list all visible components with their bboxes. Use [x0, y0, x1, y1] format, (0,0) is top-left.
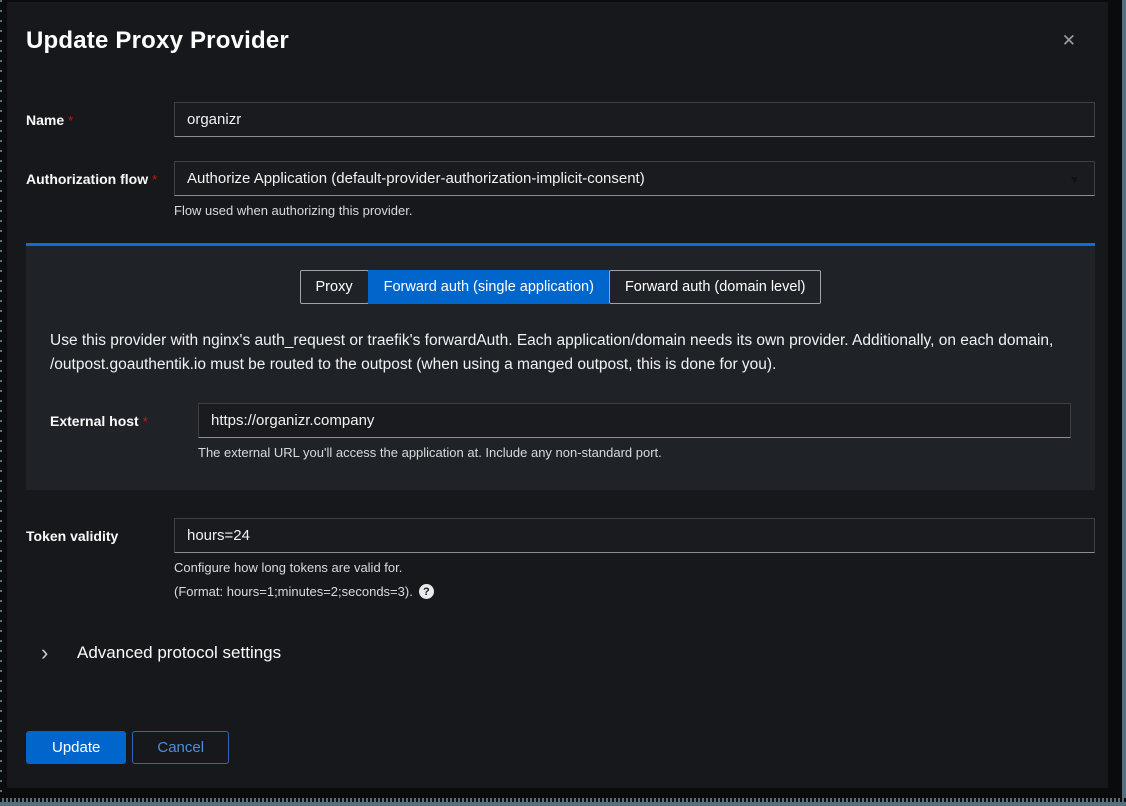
proxy-mode-card: Proxy Forward auth (single application) …: [26, 243, 1095, 490]
name-row: Name*: [26, 102, 1095, 137]
required-marker: *: [152, 172, 157, 187]
tab-proxy[interactable]: Proxy: [300, 270, 369, 304]
authorization-flow-help: Flow used when authorizing this provider…: [174, 203, 1095, 218]
token-validity-label: Token validity: [26, 518, 174, 599]
update-proxy-provider-modal: Update Proxy Provider ✕ Name* Authorizat…: [7, 2, 1108, 788]
tab-forward-auth-single-application[interactable]: Forward auth (single application): [368, 270, 610, 304]
token-validity-input[interactable]: [174, 518, 1095, 553]
authorization-flow-value: Authorize Application (default-provider-…: [187, 170, 645, 187]
tab-forward-auth-domain-level[interactable]: Forward auth (domain level): [609, 270, 822, 304]
modal-actions: Update Cancel: [26, 731, 1095, 764]
proxy-mode-toggle-group: Proxy Forward auth (single application) …: [50, 270, 1071, 304]
frame-right-border: [1122, 0, 1126, 806]
page-title: Update Proxy Provider: [26, 26, 1095, 56]
authorization-flow-row: Authorization flow* Authorize Applicatio…: [26, 161, 1095, 218]
cancel-button[interactable]: Cancel: [132, 731, 229, 764]
token-validity-format-help: (Format: hours=1;minutes=2;seconds=3). ?: [174, 584, 1095, 599]
update-button[interactable]: Update: [26, 731, 126, 764]
mode-description: Use this provider with nginx's auth_requ…: [50, 329, 1071, 377]
screenshot-frame: Update Proxy Provider ✕ Name* Authorizat…: [0, 0, 1126, 806]
authorization-flow-label: Authorization flow*: [26, 161, 174, 218]
name-label: Name*: [26, 102, 174, 137]
external-host-help: The external URL you'll access the appli…: [198, 445, 1071, 460]
external-host-label: External host*: [50, 403, 198, 460]
external-host-input[interactable]: [198, 403, 1071, 438]
frame-left-border: [0, 0, 2, 806]
required-marker: *: [68, 113, 73, 128]
question-circle-icon[interactable]: ?: [419, 584, 434, 599]
close-icon[interactable]: ✕: [1062, 32, 1076, 49]
token-validity-help: Configure how long tokens are valid for.: [174, 560, 1095, 575]
advanced-protocol-settings-label: Advanced protocol settings: [77, 643, 281, 663]
provider-form: Name* Authorization flow* Authorize Appl…: [26, 102, 1095, 764]
chevron-right-icon: ›: [41, 643, 55, 663]
advanced-protocol-settings-toggle[interactable]: › Advanced protocol settings: [26, 643, 1095, 663]
chevron-down-icon: ▾: [1071, 171, 1078, 188]
required-marker: *: [143, 414, 148, 429]
name-input[interactable]: [174, 102, 1095, 137]
authorization-flow-select[interactable]: Authorize Application (default-provider-…: [174, 161, 1095, 196]
token-validity-row: Token validity Configure how long tokens…: [26, 518, 1095, 599]
external-host-row: External host* The external URL you'll a…: [50, 403, 1071, 460]
frame-bottom-border: [0, 802, 1126, 806]
